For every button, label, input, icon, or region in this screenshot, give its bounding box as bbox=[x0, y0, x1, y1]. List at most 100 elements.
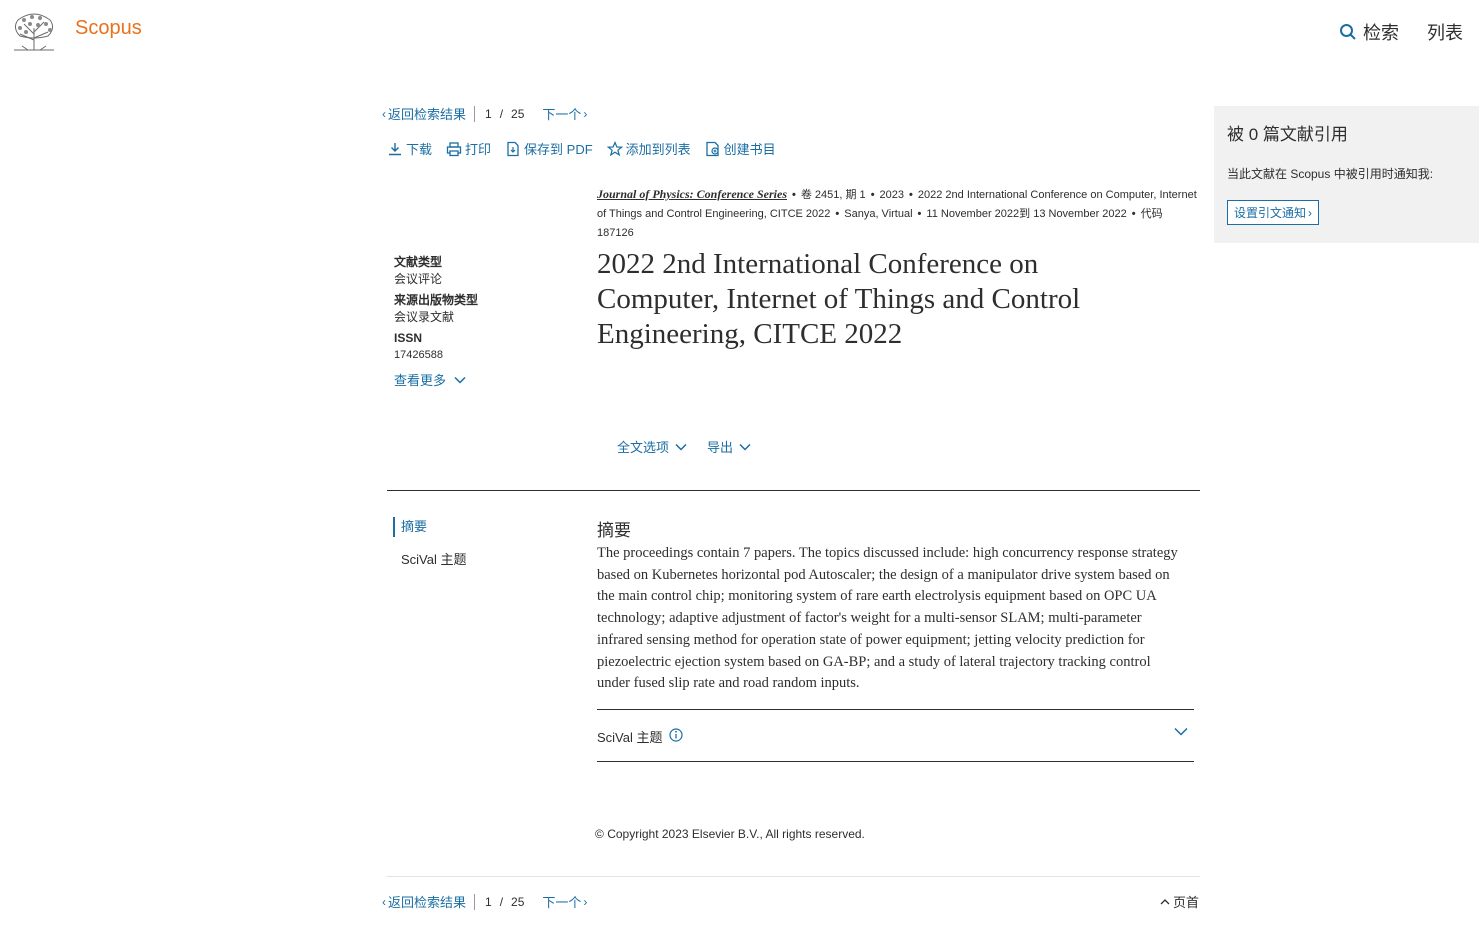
add-to-list-label: 添加到列表 bbox=[625, 142, 691, 157]
issn-label: ISSN bbox=[394, 331, 423, 345]
back-to-results-label: 返回检索结果 bbox=[388, 895, 467, 910]
pager-separator: / bbox=[499, 106, 504, 121]
elsevier-logo[interactable] bbox=[10, 10, 58, 52]
chevron-up-icon bbox=[1160, 899, 1170, 905]
save-pdf-button[interactable]: 保存到 PDF bbox=[505, 139, 593, 158]
divider bbox=[387, 876, 1200, 877]
save-pdf-label: 保存到 PDF bbox=[524, 142, 593, 157]
search-icon bbox=[1340, 24, 1356, 40]
view-more-button[interactable]: 查看更多 bbox=[394, 370, 478, 389]
section-nav-abstract[interactable]: 摘要 bbox=[393, 517, 467, 537]
divider bbox=[474, 893, 476, 910]
set-citation-alert-label: 设置引文通知 bbox=[1234, 206, 1307, 220]
bibliography-icon bbox=[706, 141, 719, 156]
copyright-text: Copyright 2023 Elsevier B.V., All rights… bbox=[607, 827, 865, 841]
conference-dates: 11 November 2022到 13 November 2022 bbox=[926, 208, 1127, 220]
chevron-down-icon[interactable] bbox=[1174, 727, 1188, 736]
create-bibliography-button[interactable]: 创建书目 bbox=[705, 139, 776, 158]
abstract-text: The proceedings contain 7 papers. The to… bbox=[597, 545, 1178, 692]
document-options: 全文选项 导出 bbox=[617, 437, 751, 456]
doc-type-value: 会议评论 bbox=[394, 272, 443, 286]
section-nav: 摘要 SciVal 主题 bbox=[393, 517, 467, 583]
source-info: Journal of Physics: Conference Series • 卷 … bbox=[597, 185, 1197, 243]
info-icon[interactable] bbox=[668, 727, 683, 742]
scival-topics-label: SciVal 主题 bbox=[597, 730, 663, 745]
copyright-notice: © Copyright 2023 Elsevier B.V., All righ… bbox=[595, 827, 865, 841]
bullet: • bbox=[1131, 208, 1136, 220]
next-result-link[interactable]: 下一个 › bbox=[542, 892, 587, 911]
back-to-results-label: 返回检索结果 bbox=[388, 107, 467, 122]
chevron-right-icon: › bbox=[583, 106, 588, 121]
bullet: • bbox=[870, 189, 875, 201]
star-icon bbox=[606, 140, 623, 156]
nav-search-label: 检索 bbox=[1363, 23, 1399, 43]
print-label: 打印 bbox=[465, 142, 492, 157]
add-to-list-button[interactable]: 添加到列表 bbox=[606, 139, 691, 158]
source-type-label: 来源出版物类型 bbox=[394, 293, 479, 307]
download-label: 下载 bbox=[406, 142, 433, 157]
document-meta: 文献类型 会议评论 来源出版物类型 会议录文献 ISSN 17426588 查看… bbox=[394, 254, 478, 389]
download-button[interactable]: 下载 bbox=[387, 139, 432, 158]
citation-alert-text: 当此文献在 Scopus 中被引用时通知我: bbox=[1227, 167, 1434, 181]
doc-type-label: 文献类型 bbox=[394, 255, 443, 269]
nav-search[interactable]: 检索 bbox=[1339, 19, 1399, 45]
current-result: 1 bbox=[485, 106, 492, 121]
current-result: 1 bbox=[485, 894, 492, 909]
nav-lists-label: 列表 bbox=[1427, 23, 1463, 43]
conference-location: Sanya, Virtual bbox=[844, 208, 913, 220]
source-year: 2023 bbox=[879, 189, 905, 201]
divider bbox=[387, 490, 1200, 491]
bullet: • bbox=[792, 189, 796, 201]
top-nav: 检索 列表 bbox=[1339, 19, 1463, 45]
total-results: 25 bbox=[511, 106, 525, 121]
next-result-link[interactable]: 下一个 › bbox=[542, 104, 587, 123]
bullet: • bbox=[909, 189, 913, 201]
document-toolbar: 下载 打印 保存到 PDF 添加到列表 创建书目 bbox=[387, 139, 776, 158]
pager-separator: / bbox=[499, 894, 504, 909]
next-result-label: 下一个 bbox=[542, 107, 582, 122]
back-to-top-label: 页首 bbox=[1173, 895, 1200, 910]
issn-value: 17426588 bbox=[394, 349, 443, 361]
volume-issue: 卷 2451, 期 1 bbox=[800, 189, 866, 201]
journal-link[interactable]: Journal of Physics: Conference Series bbox=[597, 187, 787, 201]
full-text-options-button[interactable]: 全文选项 bbox=[617, 437, 687, 456]
create-bibliography-label: 创建书目 bbox=[723, 142, 776, 157]
printer-icon bbox=[446, 141, 462, 156]
back-to-results-link[interactable]: ‹ 返回检索结果 bbox=[382, 892, 466, 911]
nav-lists[interactable]: 列表 bbox=[1427, 19, 1463, 45]
view-more-label: 查看更多 bbox=[394, 373, 447, 388]
export-button[interactable]: 导出 bbox=[707, 437, 751, 456]
chevron-down-icon bbox=[675, 443, 687, 451]
back-to-top-link[interactable]: 页首 bbox=[1160, 892, 1199, 911]
print-button[interactable]: 打印 bbox=[446, 139, 491, 158]
brand-name[interactable]: Scopus bbox=[75, 17, 142, 40]
document-title: 2022 2nd International Conference on Com… bbox=[597, 248, 1081, 350]
chevron-down-icon bbox=[454, 376, 466, 384]
set-citation-alert-button[interactable]: 设置引文通知 › bbox=[1227, 200, 1320, 225]
bullet: • bbox=[917, 208, 922, 220]
source-type-value: 会议录文献 bbox=[394, 310, 455, 324]
chevron-down-icon bbox=[739, 443, 751, 451]
bullet: • bbox=[835, 208, 840, 220]
chevron-right-icon: › bbox=[583, 894, 588, 909]
back-to-results-link[interactable]: ‹ 返回检索结果 bbox=[382, 104, 466, 123]
next-result-label: 下一个 bbox=[542, 895, 582, 910]
export-label: 导出 bbox=[707, 440, 734, 455]
pdf-icon bbox=[507, 141, 519, 156]
chevron-left-icon: ‹ bbox=[382, 894, 386, 909]
scival-topics-accordion[interactable]: SciVal 主题 bbox=[597, 709, 1194, 762]
copyright-icon: © bbox=[595, 827, 604, 841]
full-text-options-label: 全文选项 bbox=[617, 440, 670, 455]
chevron-right-icon: › bbox=[1308, 205, 1313, 220]
abstract-heading: 摘要 bbox=[597, 521, 631, 540]
section-nav-scival[interactable]: SciVal 主题 bbox=[393, 550, 467, 570]
cited-by-heading: 被 0 篇文献引用 bbox=[1227, 125, 1348, 144]
pager-top: ‹ 返回检索结果 1 / 25 下一个 › bbox=[382, 104, 587, 123]
download-icon bbox=[389, 142, 401, 155]
chevron-left-icon: ‹ bbox=[382, 106, 386, 121]
pager-bottom: ‹ 返回检索结果 1 / 25 下一个 › bbox=[382, 892, 587, 911]
citation-panel: 被 0 篇文献引用 当此文献在 Scopus 中被引用时通知我: 设置引文通知 … bbox=[1214, 106, 1479, 243]
divider bbox=[474, 105, 476, 122]
total-results: 25 bbox=[511, 894, 525, 909]
scival-topics-header: SciVal 主题 bbox=[597, 727, 683, 746]
